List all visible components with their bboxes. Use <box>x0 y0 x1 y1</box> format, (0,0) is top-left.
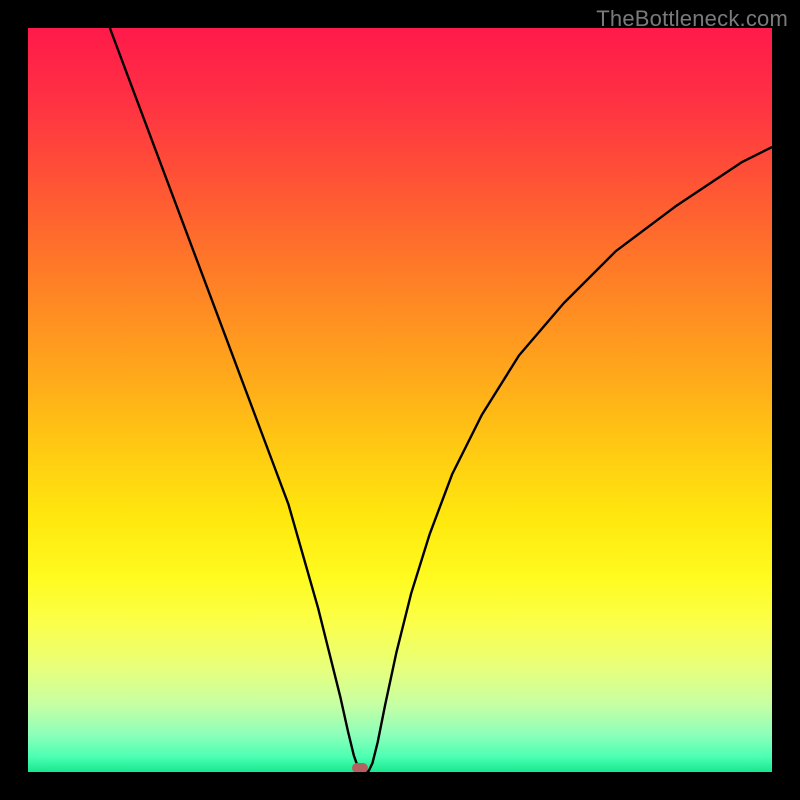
plot-area <box>28 28 772 772</box>
bottleneck-curve-path <box>110 28 772 772</box>
minimum-marker <box>352 763 368 772</box>
curve-svg <box>28 28 772 772</box>
watermark-text: TheBottleneck.com <box>596 6 788 32</box>
